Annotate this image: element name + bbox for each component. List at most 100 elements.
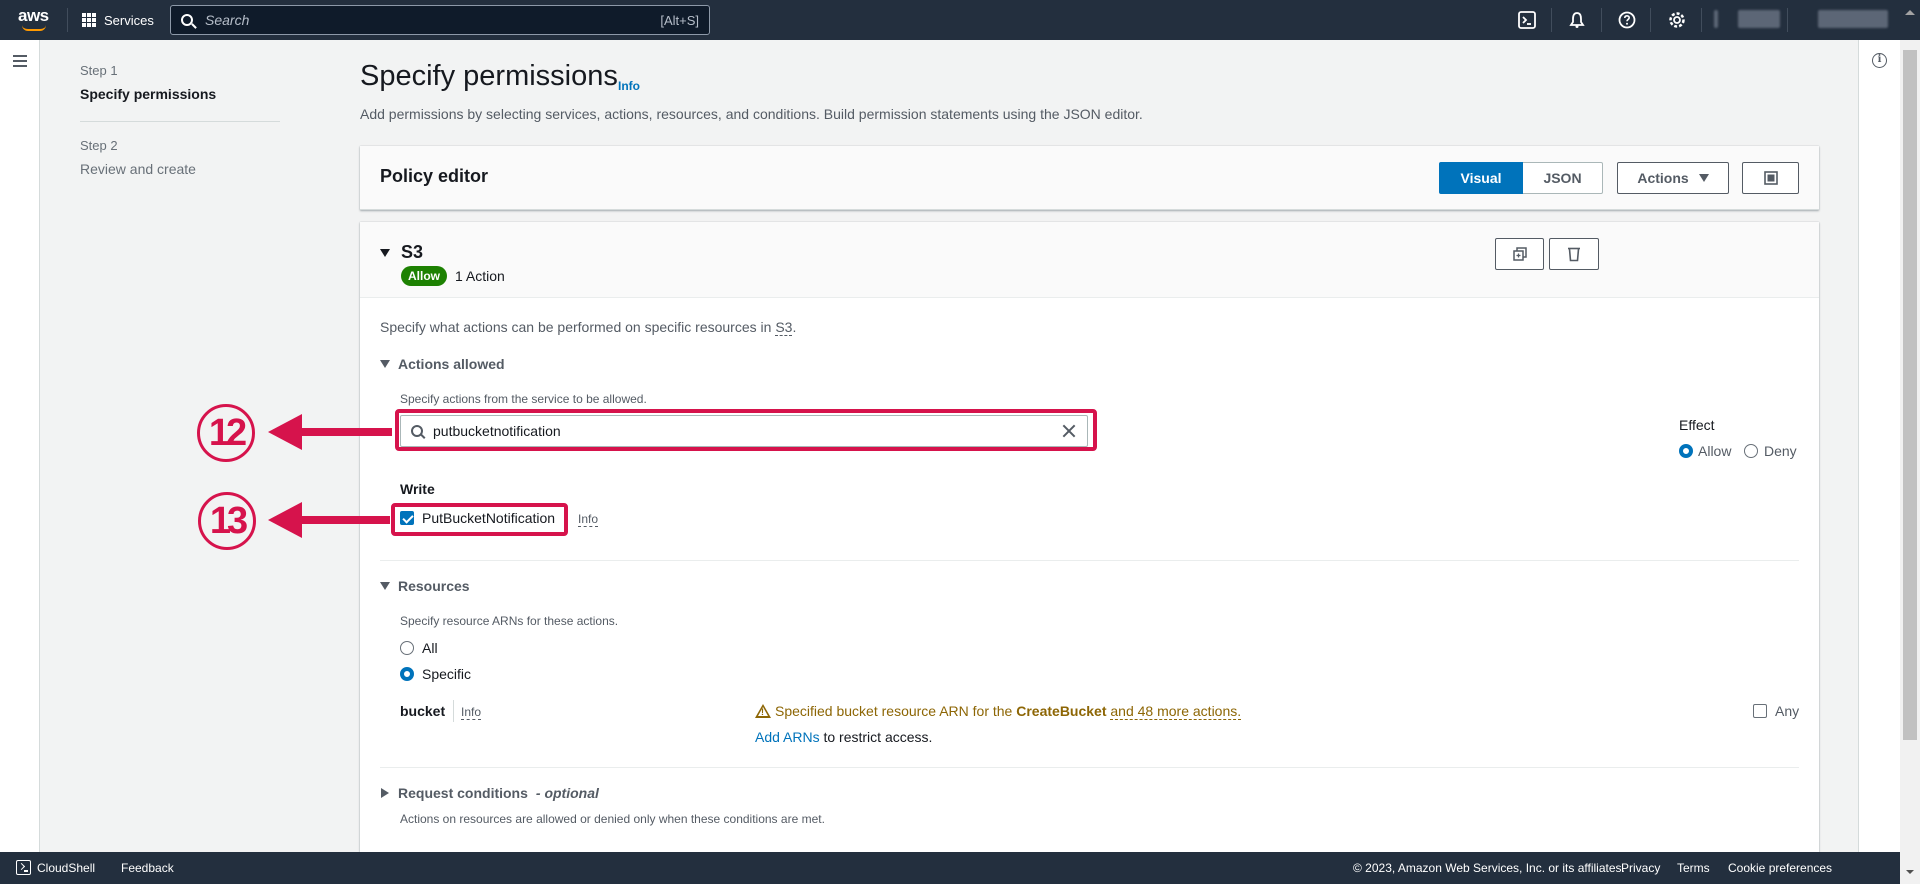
caret-down-icon (380, 248, 390, 257)
annotation-arrow-12 (300, 428, 392, 436)
request-conditions-toggle[interactable]: Request conditions - optional (381, 785, 599, 801)
actions-allowed-title: Actions allowed (398, 356, 505, 372)
privacy-link[interactable]: Privacy (1621, 861, 1660, 875)
nav-divider (1701, 8, 1702, 32)
help-icon[interactable] (1617, 10, 1637, 30)
optional-label: - optional (535, 785, 599, 801)
vertical-divider (453, 700, 454, 722)
resources-hint: Specify resource ARNs for these actions. (400, 614, 619, 628)
global-search-input[interactable] (205, 12, 661, 28)
resources-specific-radio[interactable] (400, 667, 414, 681)
right-tools-panel: i (1858, 40, 1900, 852)
step-2-label: Step 2 (80, 138, 118, 153)
aws-logo[interactable]: aws (18, 6, 52, 32)
fullscreen-button[interactable] (1742, 162, 1799, 194)
actions-label: Actions (1637, 170, 1689, 186)
resource-type-bucket: bucket (400, 703, 446, 719)
nav-divider (1787, 8, 1788, 32)
json-mode-button[interactable]: JSON (1523, 162, 1603, 194)
effect-allow-radio[interactable] (1679, 444, 1693, 458)
scrollbar-thumb[interactable] (1903, 50, 1917, 740)
step-2-title[interactable]: Review and create (80, 161, 196, 177)
services-menu-button[interactable]: Services (82, 0, 154, 40)
hamburger-menu-icon[interactable] (13, 55, 27, 67)
annotation-arrow-13 (300, 516, 390, 524)
annotation-arrowhead-12 (268, 414, 302, 450)
statement-summary: Allow 1 Action (401, 266, 505, 286)
annotation-box-13 (391, 503, 568, 536)
delete-statement-button[interactable] (1549, 238, 1599, 270)
statement-collapse-toggle[interactable]: S3 (380, 242, 423, 263)
action-count: 1 Action (455, 268, 505, 284)
left-rail (0, 40, 40, 852)
policy-editor-header: Policy editor Visual JSON Actions (360, 146, 1819, 210)
actions-allowed-toggle[interactable]: Actions allowed (380, 356, 505, 372)
effect-allow-label[interactable]: Allow (1698, 443, 1731, 459)
page-info-link[interactable]: Info (618, 79, 640, 93)
scroll-down-arrow-icon[interactable] (1906, 870, 1914, 874)
annotation-number-13: 13 (198, 492, 256, 550)
effect-badge: Allow (401, 266, 447, 286)
duplicate-icon (1512, 247, 1527, 261)
nav-divider (1601, 8, 1602, 32)
caret-down-icon (1698, 174, 1709, 182)
resources-toggle[interactable]: Resources (380, 578, 470, 594)
annotation-arrowhead-13 (268, 502, 302, 538)
resource-info-link[interactable]: Info (461, 705, 482, 720)
any-bucket-label[interactable]: Any (1775, 703, 1799, 719)
top-navigation: aws Services [Alt+S] (0, 0, 1920, 40)
intro-suffix: . (792, 319, 797, 335)
resources-all-radio[interactable] (400, 641, 414, 655)
any-bucket-checkbox[interactable] (1753, 704, 1767, 718)
cloudshell-icon[interactable] (1517, 10, 1537, 30)
page-scrollbar[interactable] (1900, 40, 1920, 884)
action-info-link[interactable]: Info (578, 512, 599, 527)
services-label: Services (104, 12, 154, 28)
cookie-preferences-link[interactable]: Cookie preferences (1728, 861, 1832, 875)
actions-hint: Specify actions from the service to be a… (400, 392, 647, 406)
nav-divider (1551, 8, 1552, 32)
grid-icon (82, 13, 96, 27)
statement-intro: Specify what actions can be performed on… (380, 319, 797, 336)
duplicate-statement-button[interactable] (1495, 238, 1544, 270)
annotation-number-12: 12 (197, 404, 255, 462)
warning-text: Specified bucket resource ARN for the (775, 703, 1017, 719)
bucket-warning: Specified bucket resource ARN for the Cr… (755, 703, 1242, 720)
bell-icon[interactable] (1567, 10, 1587, 30)
actions-dropdown-button[interactable]: Actions (1617, 162, 1729, 194)
redacted-account-menu[interactable] (1818, 10, 1888, 28)
redacted-region-selector[interactable] (1738, 10, 1780, 28)
fullscreen-icon (1763, 171, 1778, 185)
policy-editor-title: Policy editor (380, 166, 489, 186)
scroll-up-arrow-icon[interactable] (1905, 10, 1915, 15)
cloudshell-link[interactable]: CloudShell (37, 861, 95, 875)
terms-link[interactable]: Terms (1677, 861, 1710, 875)
footer: CloudShell Feedback © 2023, Amazon Web S… (0, 852, 1900, 884)
resources-specific-label[interactable]: Specific (422, 666, 471, 682)
add-arns-row: Add ARNs to restrict access. (755, 729, 932, 745)
aws-logo-text: aws (18, 6, 49, 25)
search-shortcut-hint: [Alt+S] (660, 12, 699, 28)
effect-deny-radio[interactable] (1744, 444, 1758, 458)
warning-icon (755, 704, 771, 718)
add-arns-suffix: to restrict access. (819, 729, 933, 745)
resources-all-label[interactable]: All (422, 640, 438, 656)
effect-deny-label[interactable]: Deny (1764, 443, 1797, 459)
visual-mode-button[interactable]: Visual (1439, 162, 1523, 194)
editor-mode-toggle: Visual JSON (1439, 162, 1603, 194)
add-arns-link[interactable]: Add ARNs (755, 729, 820, 745)
annotation-box-12 (395, 409, 1097, 451)
cloudshell-icon[interactable] (16, 860, 31, 875)
global-search[interactable]: [Alt+S] (170, 5, 710, 35)
service-name: S3 (401, 242, 424, 262)
service-info-link[interactable]: S3 (775, 319, 793, 336)
info-panel-icon[interactable]: i (1872, 53, 1887, 68)
nav-divider (1650, 8, 1651, 32)
feedback-link[interactable]: Feedback (121, 861, 174, 875)
page-description: Add permissions by selecting services, a… (360, 106, 1143, 122)
statement-header: S3 Allow 1 Action (360, 222, 1819, 298)
more-actions-link[interactable]: and 48 more actions. (1110, 703, 1242, 720)
step-1-title: Specify permissions (80, 86, 217, 102)
caret-down-icon (380, 582, 390, 590)
gear-icon[interactable] (1667, 10, 1687, 30)
